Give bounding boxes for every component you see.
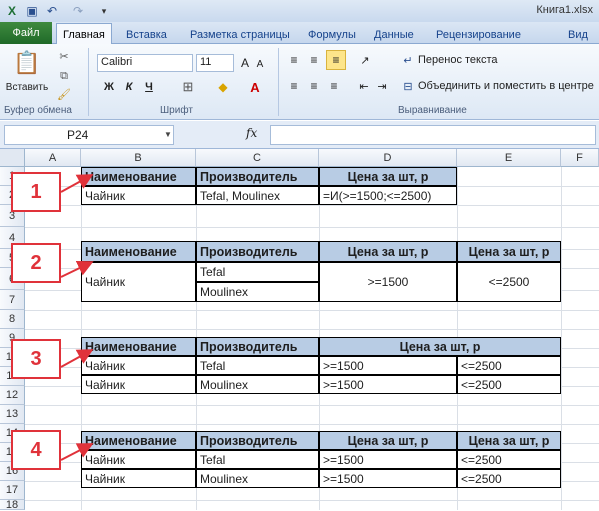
- callout-arrow: [60, 174, 94, 193]
- callout-arrow: [60, 349, 94, 368]
- callout-arrow: [60, 443, 94, 461]
- callout-1: 1: [11, 172, 61, 212]
- callout-3: 3: [11, 339, 61, 379]
- callout-arrows: [60, 174, 94, 461]
- callout-2: 2: [11, 243, 61, 283]
- callout-arrow: [60, 261, 94, 278]
- callout-4: 4: [11, 430, 61, 470]
